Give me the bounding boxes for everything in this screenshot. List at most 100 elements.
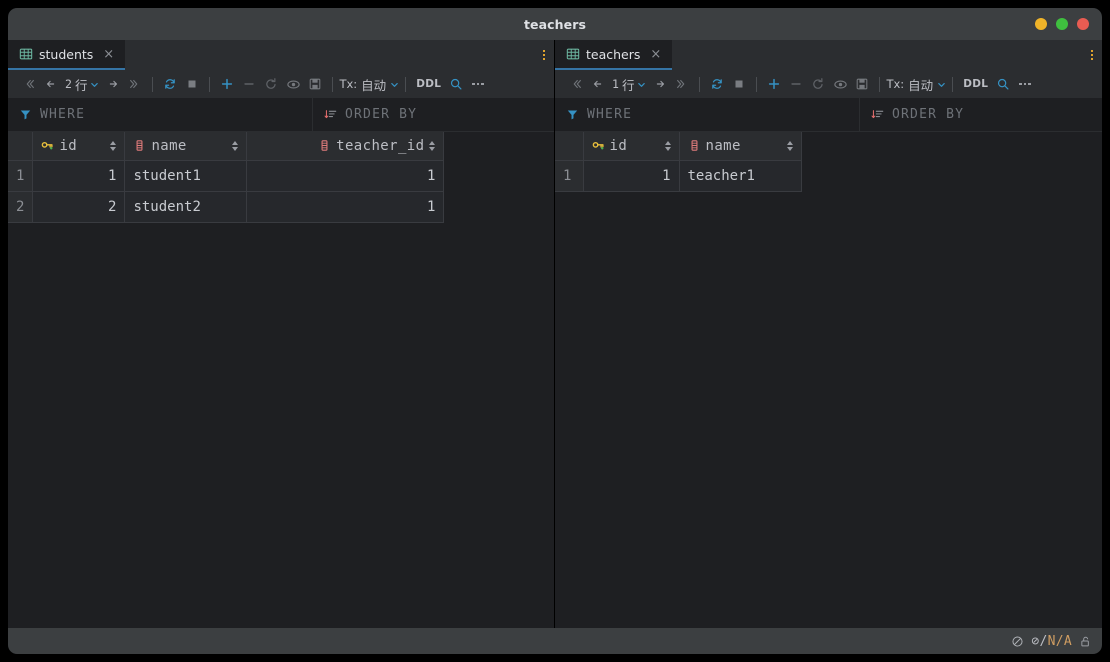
ddl-button[interactable]: DDL bbox=[959, 78, 992, 90]
table-row[interactable]: 2 2 student2 1 bbox=[8, 191, 445, 223]
column-label: id bbox=[59, 137, 78, 154]
toolbar-separator bbox=[756, 76, 758, 92]
stop-icon[interactable] bbox=[728, 73, 750, 95]
sort-toggle-icon[interactable] bbox=[786, 140, 793, 151]
status-badge[interactable]: ⊘/N/A bbox=[1031, 634, 1072, 649]
students-table: id name teacher_id 1 1 student1 1 2 2 st… bbox=[8, 132, 445, 223]
window-title: teachers bbox=[523, 16, 587, 32]
revert-icon[interactable] bbox=[260, 73, 282, 95]
prev-page-button[interactable] bbox=[40, 73, 62, 95]
row-count-selector[interactable]: 2 行 bbox=[62, 75, 102, 94]
filter-bar-right: WHERE ORDER BY bbox=[555, 98, 1102, 132]
order-by-label: ORDER BY bbox=[892, 107, 965, 122]
cell-name[interactable]: teacher1 bbox=[679, 160, 802, 192]
tx-value: 自动 bbox=[908, 77, 934, 93]
row-count-unit: 行 bbox=[621, 77, 635, 93]
tab-students[interactable]: students × bbox=[8, 40, 126, 70]
editor-split: students × 2 行 Tx: 自动 DDL WHERE ORDER BY… bbox=[8, 40, 1102, 628]
result-grid-left[interactable]: id name teacher_id 1 1 student1 1 2 2 st… bbox=[8, 132, 554, 628]
tx-value: 自动 bbox=[361, 77, 387, 93]
column-label: name bbox=[705, 137, 741, 154]
last-page-button[interactable] bbox=[124, 73, 146, 95]
sort-toggle-icon[interactable] bbox=[429, 140, 436, 151]
tab-close-icon[interactable]: × bbox=[101, 48, 116, 61]
tx-mode-selector[interactable]: Tx: 自动 bbox=[339, 75, 399, 94]
tab-close-icon[interactable]: × bbox=[648, 48, 663, 61]
save-icon[interactable] bbox=[851, 73, 873, 95]
sort-toggle-icon[interactable] bbox=[664, 140, 671, 151]
table-row[interactable]: 1 1 teacher1 bbox=[555, 160, 802, 192]
grid-toolbar-right: 1 行 Tx: 自动 DDL bbox=[555, 70, 1102, 98]
where-label: WHERE bbox=[40, 107, 86, 122]
column-header-id[interactable]: id bbox=[32, 132, 126, 161]
delete-row-button[interactable] bbox=[785, 73, 807, 95]
cell-teacher-id[interactable]: 1 bbox=[246, 191, 445, 223]
toolbar-separator bbox=[152, 76, 154, 92]
column-header-name[interactable]: name bbox=[124, 132, 248, 161]
chevron-down-icon bbox=[938, 82, 945, 87]
tab-options-icon[interactable] bbox=[1082, 40, 1102, 70]
column-header-teacher-id[interactable]: teacher_id bbox=[246, 132, 445, 161]
where-filter-input[interactable]: WHERE bbox=[8, 98, 313, 131]
delete-row-button[interactable] bbox=[238, 73, 260, 95]
table-icon bbox=[19, 48, 33, 60]
panel-teachers: teachers × 1 行 Tx: 自动 DDL WHERE ORDER BY… bbox=[555, 40, 1102, 628]
prev-page-button[interactable] bbox=[587, 73, 609, 95]
column-label: name bbox=[151, 137, 187, 154]
sort-toggle-icon[interactable] bbox=[232, 140, 239, 151]
tabstrip-left: students × bbox=[8, 40, 554, 70]
result-grid-right[interactable]: id name 1 1 teacher1 bbox=[555, 132, 1102, 628]
table-row[interactable]: 1 1 student1 1 bbox=[8, 160, 445, 192]
add-row-button[interactable] bbox=[763, 73, 785, 95]
column-header-name[interactable]: name bbox=[679, 132, 802, 161]
row-number: 1 bbox=[8, 160, 34, 192]
next-page-button[interactable] bbox=[102, 73, 124, 95]
tabstrip-filler bbox=[672, 40, 1082, 70]
refresh-icon[interactable] bbox=[159, 73, 181, 95]
no-connection-icon[interactable] bbox=[1011, 635, 1024, 648]
cell-id[interactable]: 1 bbox=[583, 160, 680, 192]
cell-id[interactable]: 1 bbox=[32, 160, 126, 192]
tx-label: Tx: bbox=[886, 77, 905, 91]
tx-mode-selector[interactable]: Tx: 自动 bbox=[886, 75, 946, 94]
search-icon[interactable] bbox=[445, 73, 467, 95]
search-icon[interactable] bbox=[992, 73, 1014, 95]
cell-name[interactable]: student2 bbox=[124, 191, 248, 223]
title-bar: teachers bbox=[8, 8, 1102, 40]
app-window: teachers students × 2 行 Tx: 自动 DDL WHERE… bbox=[8, 8, 1102, 654]
cell-name[interactable]: student1 bbox=[124, 160, 248, 192]
varchar-column-icon bbox=[691, 140, 697, 151]
row-count-selector[interactable]: 1 行 bbox=[609, 75, 649, 94]
tab-teachers[interactable]: teachers × bbox=[555, 40, 673, 70]
close-button[interactable] bbox=[1077, 18, 1089, 30]
refresh-icon[interactable] bbox=[706, 73, 728, 95]
first-page-button[interactable] bbox=[565, 73, 587, 95]
tab-options-icon[interactable] bbox=[534, 40, 554, 70]
revert-icon[interactable] bbox=[807, 73, 829, 95]
row-count-value: 1 bbox=[612, 77, 619, 91]
order-by-input[interactable]: ORDER BY bbox=[313, 98, 554, 131]
sort-toggle-icon[interactable] bbox=[110, 140, 117, 151]
next-page-button[interactable] bbox=[649, 73, 671, 95]
eye-icon[interactable] bbox=[829, 73, 851, 95]
last-page-button[interactable] bbox=[671, 73, 693, 95]
sort-icon bbox=[324, 110, 337, 119]
first-page-button[interactable] bbox=[18, 73, 40, 95]
maximize-button[interactable] bbox=[1056, 18, 1068, 30]
minimize-button[interactable] bbox=[1035, 18, 1047, 30]
save-icon[interactable] bbox=[304, 73, 326, 95]
chevron-down-icon bbox=[638, 82, 646, 87]
order-by-input[interactable]: ORDER BY bbox=[860, 98, 1102, 131]
where-filter-input[interactable]: WHERE bbox=[555, 98, 860, 131]
more-icon[interactable] bbox=[1014, 73, 1036, 95]
table-header-row: id bbox=[555, 132, 802, 161]
add-row-button[interactable] bbox=[216, 73, 238, 95]
stop-icon[interactable] bbox=[181, 73, 203, 95]
cell-id[interactable]: 2 bbox=[32, 191, 126, 223]
eye-icon[interactable] bbox=[282, 73, 304, 95]
column-header-id[interactable]: id bbox=[583, 132, 680, 161]
more-icon[interactable] bbox=[467, 73, 489, 95]
cell-teacher-id[interactable]: 1 bbox=[246, 160, 445, 192]
ddl-button[interactable]: DDL bbox=[412, 78, 445, 90]
unlock-icon[interactable] bbox=[1079, 635, 1092, 648]
